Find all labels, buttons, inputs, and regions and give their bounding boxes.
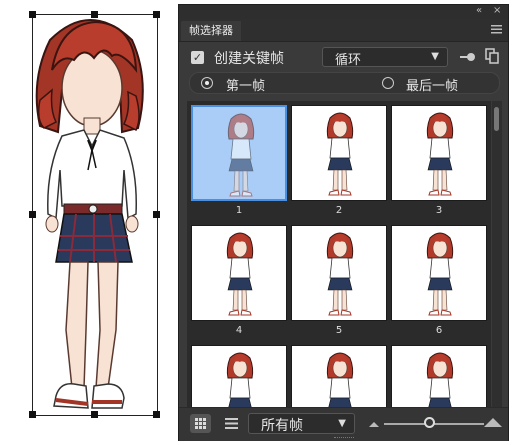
frame-range-radio-group: 第一帧 最后一帧 (189, 72, 500, 94)
tab-label: 帧选择器 (189, 24, 233, 37)
frame-number-label: 2 (335, 205, 343, 216)
scrollbar-thumb[interactable] (494, 107, 499, 131)
create-keyframe-label: 创建关键帧 (214, 51, 284, 67)
hamburger-menu-icon[interactable] (491, 24, 502, 37)
collapse-panel-icon[interactable]: « (476, 5, 482, 16)
frame-thumbnail[interactable] (391, 225, 487, 321)
loop-mode-select[interactable]: 循环 ▼ (322, 47, 448, 68)
list-view-button[interactable] (221, 414, 242, 433)
frame-number-label: 3 (435, 205, 443, 216)
chevron-down-icon: ▼ (338, 418, 346, 429)
frame-thumbnail[interactable] (291, 345, 387, 407)
close-panel-icon[interactable]: × (493, 5, 501, 16)
frame-number-label: 4 (235, 325, 243, 336)
frame-picker-panel: « × 帧选择器 ✓ 创建关键帧 循环 ▼ 第一帧 最后一帧 123456789 (178, 4, 509, 441)
frame-thumbnail[interactable] (191, 225, 287, 321)
frame-thumbnail[interactable] (391, 345, 487, 407)
first-frame-radio[interactable] (201, 77, 213, 89)
frame-thumbnail[interactable] (391, 105, 487, 201)
resize-grip-icon[interactable] (334, 437, 354, 441)
frame-filter-select[interactable]: 所有帧 ▼ (248, 413, 355, 434)
frame-thumbnail[interactable] (191, 105, 287, 201)
last-frame-label: 最后一帧 (406, 79, 459, 94)
tab-frame-picker[interactable]: 帧选择器 (181, 21, 241, 41)
first-frame-label: 第一帧 (226, 79, 266, 94)
panel-title-strip: « × (179, 5, 508, 19)
panel-bottom-bar: 所有帧 ▼ (179, 407, 508, 441)
frame-thumbnail[interactable] (291, 105, 387, 201)
copy-frames-icon[interactable] (485, 48, 499, 64)
frame-number-label: 5 (335, 325, 343, 336)
frame-thumbnail[interactable] (291, 225, 387, 321)
thumbnail-size-slider-thumb[interactable] (424, 417, 435, 428)
keyframe-options-row: ✓ 创建关键帧 循环 ▼ (179, 43, 508, 71)
last-frame-radio[interactable] (382, 77, 394, 89)
frame-filter-value: 所有帧 (261, 418, 303, 434)
frame-number-label: 6 (435, 325, 443, 336)
character-illustration[interactable] (0, 0, 176, 445)
grid-view-button[interactable] (190, 414, 211, 433)
zoom-out-mountain-icon[interactable] (369, 422, 379, 427)
zoom-in-mountain-icon[interactable] (484, 418, 502, 427)
grid-scrollbar[interactable] (492, 101, 502, 407)
create-keyframe-checkbox[interactable]: ✓ (191, 51, 204, 64)
stage-artboard (0, 0, 176, 445)
chevron-down-icon: ▼ (431, 51, 439, 62)
pin-toggle-icon[interactable] (460, 51, 476, 63)
frame-number-label: 1 (235, 205, 243, 216)
frame-thumbnail[interactable] (191, 345, 287, 407)
frame-thumbnail-grid: 123456789 (187, 101, 491, 407)
panel-tab-bar: 帧选择器 (179, 19, 508, 42)
loop-mode-value: 循环 (335, 53, 362, 68)
